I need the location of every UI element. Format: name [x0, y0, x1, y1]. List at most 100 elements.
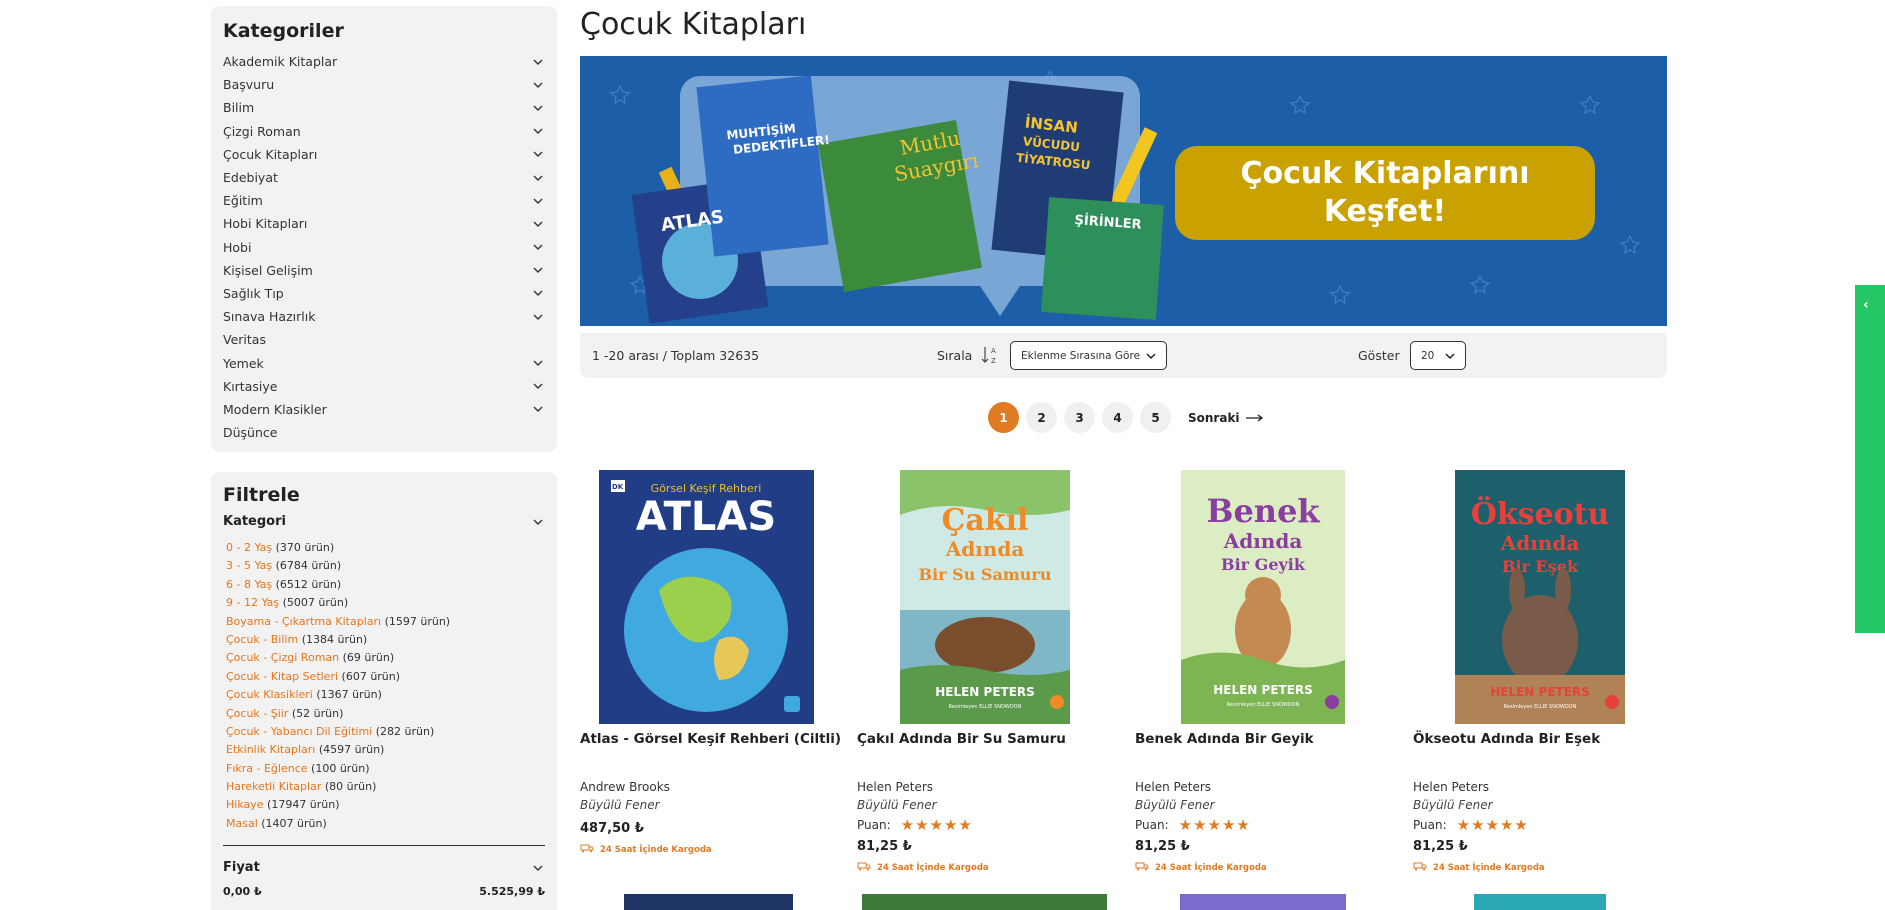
page-button-4[interactable]: 4	[1102, 402, 1133, 433]
filter-category-toggle[interactable]: Kategori	[223, 514, 545, 529]
banner-cta[interactable]: Çocuk Kitaplarını Keşfet!	[1175, 146, 1595, 240]
product-title[interactable]: Benek Adında Bir Geyik	[1135, 731, 1314, 747]
filter-link[interactable]: Çocuk - Bilim	[226, 633, 298, 646]
chevron-down-icon[interactable]	[531, 286, 545, 300]
product-cover[interactable]: DK Görsel Keşif Rehberi ATLAS	[599, 470, 814, 724]
chevron-down-icon[interactable]	[531, 217, 545, 231]
page-button-2[interactable]: 2	[1026, 402, 1057, 433]
filter-link[interactable]: 0 - 2 Yaş	[226, 541, 272, 554]
page-button-5[interactable]: 5	[1140, 402, 1171, 433]
chevron-left-icon[interactable]: ‹	[1863, 297, 1869, 313]
product-cover[interactable]: Benek Adında Bir Geyik HELEN PETERS Resi…	[1181, 470, 1345, 724]
product-publisher[interactable]: Büyülü Fener	[857, 798, 937, 812]
filter-price-toggle[interactable]: Fiyat	[223, 860, 545, 875]
sidebar-item-sinava-hazirlik[interactable]: Sınava Hazırlık	[223, 305, 545, 328]
filter-link[interactable]: Masal	[226, 817, 258, 830]
product-cover[interactable]: Ökseotu Adında Bir Eşek HELEN PETERS Res…	[1455, 470, 1625, 724]
filter-link[interactable]: Etkinlik Kitapları	[226, 743, 315, 756]
cover-text: Resimleyen ELLIE SNOWDON	[1504, 704, 1577, 710]
product-author[interactable]: Helen Peters	[1413, 780, 1489, 794]
sidebar-item-cizgi-roman[interactable]: Çizgi Roman	[223, 120, 545, 143]
chevron-down-icon[interactable]	[531, 263, 545, 277]
filter-link[interactable]: Hikaye	[226, 798, 264, 811]
sort-select-value: Eklenme Sırasına Göre	[1021, 349, 1141, 362]
sidebar-item-veritas[interactable]: Veritas	[223, 328, 545, 351]
filter-title: Filtrele	[223, 484, 300, 506]
chevron-down-icon[interactable]	[531, 861, 545, 875]
filter-link[interactable]: Fıkra - Eğlence	[226, 762, 308, 775]
product-rating: Puan: ★★★★★	[1135, 816, 1251, 834]
whatsapp-tab[interactable]: ‹ ◯ WhatsApp	[1855, 285, 1885, 825]
sidebar-item-bilim[interactable]: Bilim	[223, 96, 545, 119]
filter-link[interactable]: Hareketli Kitaplar	[226, 780, 321, 793]
chevron-down-icon[interactable]	[531, 55, 545, 69]
filter-link[interactable]: Çocuk Klasikleri	[226, 688, 313, 701]
page-button-3[interactable]: 3	[1064, 402, 1095, 433]
chevron-down-icon	[1146, 350, 1156, 362]
sort-select[interactable]: Eklenme Sırasına Göre	[1010, 341, 1167, 370]
chevron-down-icon[interactable]	[531, 78, 545, 92]
product-cover[interactable]	[1180, 894, 1346, 910]
chevron-down-icon[interactable]	[531, 101, 545, 115]
filter-link[interactable]: Çocuk - Şiir	[226, 707, 288, 720]
sidebar-item-basvuru[interactable]: Başvuru	[223, 73, 545, 96]
product-author[interactable]: Helen Peters	[857, 780, 933, 794]
sidebar-item-akademik-kitaplar[interactable]: Akademik Kitaplar	[223, 50, 545, 73]
sidebar-item-egitim[interactable]: Eğitim	[223, 189, 545, 212]
cover-text: Bir Geyik	[1221, 555, 1306, 574]
filter-link[interactable]: 6 - 8 Yaş	[226, 578, 272, 591]
filter-item: 9 - 12 Yaş (5007 ürün)	[223, 594, 545, 612]
product-cover[interactable]	[862, 894, 1107, 910]
product-author[interactable]: Helen Peters	[1135, 780, 1211, 794]
chevron-down-icon[interactable]	[531, 402, 545, 416]
sidebar-item-edebiyat[interactable]: Edebiyat	[223, 166, 545, 189]
chevron-down-icon[interactable]	[531, 194, 545, 208]
filter-count: (80 ürün)	[324, 780, 377, 794]
product-title[interactable]: Çakıl Adında Bir Su Samuru	[857, 731, 1066, 747]
filter-item: 3 - 5 Yaş (6784 ürün)	[223, 557, 545, 575]
shipping-text: 24 Saat İçinde Kargoda	[877, 863, 989, 873]
page-size-select[interactable]: 20	[1410, 341, 1466, 370]
chevron-down-icon[interactable]	[531, 310, 545, 324]
chevron-down-icon[interactable]	[531, 147, 545, 161]
filter-link[interactable]: 9 - 12 Yaş	[226, 596, 279, 609]
filter-link[interactable]: Boyama - Çıkartma Kitapları	[226, 615, 381, 628]
filter-link[interactable]: 3 - 5 Yaş	[226, 559, 272, 572]
next-page-button[interactable]: Sonraki	[1188, 411, 1264, 425]
shipping-info: 24 Saat İçinde Kargoda	[857, 862, 989, 874]
filter-count: (100 ürün)	[311, 761, 370, 775]
chevron-down-icon[interactable]	[531, 515, 545, 529]
sidebar-item-saglik-tip[interactable]: Sağlık Tıp	[223, 282, 545, 305]
chevron-down-icon[interactable]	[531, 356, 545, 370]
filter-link[interactable]: Çocuk - Yabancı Dil Eğitimi	[226, 725, 372, 738]
product-title[interactable]: Ökseotu Adında Bir Eşek	[1413, 731, 1600, 747]
filter-item: Çocuk - Yabancı Dil Eğitimi (282 ürün)	[223, 723, 545, 741]
sidebar-item-dusunce[interactable]: Düşünce	[223, 421, 545, 444]
chevron-down-icon[interactable]	[531, 379, 545, 393]
product-publisher[interactable]: Büyülü Fener	[580, 798, 660, 812]
chevron-down-icon[interactable]	[531, 124, 545, 138]
sidebar-item-modern-klasikler[interactable]: Modern Klasikler	[223, 398, 545, 421]
product-author[interactable]: Andrew Brooks	[580, 780, 670, 794]
chevron-down-icon[interactable]	[531, 171, 545, 185]
promo-banner[interactable]: MUHTİŞİM DEDEKTİFLER! Mutlu Suaygırı İNS…	[580, 56, 1667, 326]
sidebar-item-yemek[interactable]: Yemek	[223, 351, 545, 374]
product-publisher[interactable]: Büyülü Fener	[1413, 798, 1493, 812]
product-cover[interactable]	[624, 894, 793, 910]
rating-label: Puan:	[1135, 818, 1169, 832]
divider	[223, 845, 545, 847]
sidebar-item-hobi[interactable]: Hobi	[223, 236, 545, 259]
product-cover[interactable]	[1474, 894, 1606, 910]
sidebar-item-cocuk-kitaplari[interactable]: Çocuk Kitapları	[223, 143, 545, 166]
filter-link[interactable]: Çocuk - Kitap Setleri	[226, 670, 338, 683]
product-title[interactable]: Atlas - Görsel Keşif Rehberi (Ciltli)	[580, 731, 841, 747]
sidebar-item-hobi-kitaplari[interactable]: Hobi Kitapları	[223, 212, 545, 235]
page-button-1[interactable]: 1	[988, 402, 1019, 433]
product-publisher[interactable]: Büyülü Fener	[1135, 798, 1215, 812]
filter-count: (6784 ürün)	[275, 559, 342, 573]
chevron-down-icon[interactable]	[531, 240, 545, 254]
sidebar-item-kirtasiye[interactable]: Kırtasiye	[223, 375, 545, 398]
sidebar-item-kisisel-gelisim[interactable]: Kişisel Gelişim	[223, 259, 545, 282]
product-cover[interactable]: Çakıl Adında Bir Su Samuru HELEN PETERS …	[900, 470, 1070, 724]
filter-link[interactable]: Çocuk - Çizgi Roman	[226, 651, 339, 664]
